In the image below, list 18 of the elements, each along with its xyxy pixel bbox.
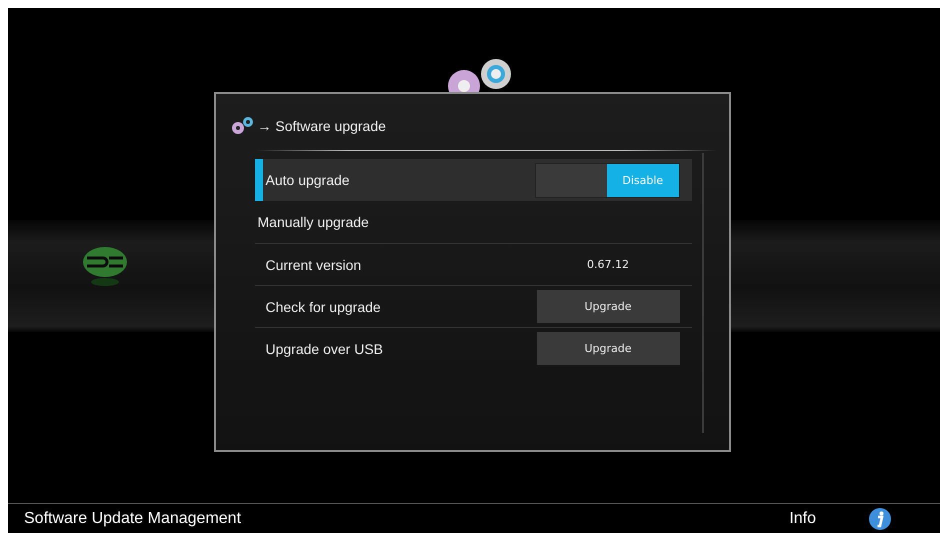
- upgrade-button[interactable]: Upgrade: [536, 332, 680, 365]
- setting-label: Check for upgrade: [266, 298, 381, 314]
- logo-icon: [81, 246, 129, 286]
- settings-row[interactable]: Check for upgrade Upgrade: [254, 285, 692, 327]
- dialog-title: → Software upgrade: [258, 118, 386, 134]
- info-label: Info: [789, 510, 816, 528]
- status-title: Software Update Management: [24, 510, 242, 528]
- setting-label: Upgrade over USB: [266, 340, 384, 356]
- settings-row[interactable]: Auto upgrade Disable: [254, 159, 692, 201]
- setting-label: Current version: [266, 256, 362, 272]
- settings-row[interactable]: Upgrade over USB Upgrade: [254, 327, 692, 369]
- settings-row[interactable]: Current version 0.67.12: [254, 243, 692, 285]
- setting-label: Auto upgrade: [266, 172, 350, 188]
- upgrade-button[interactable]: Upgrade: [536, 290, 680, 323]
- gears-icon: [230, 116, 254, 136]
- version-value: 0.67.12: [586, 258, 630, 271]
- section-header: Manually upgrade: [256, 213, 370, 232]
- info-icon[interactable]: [868, 506, 892, 530]
